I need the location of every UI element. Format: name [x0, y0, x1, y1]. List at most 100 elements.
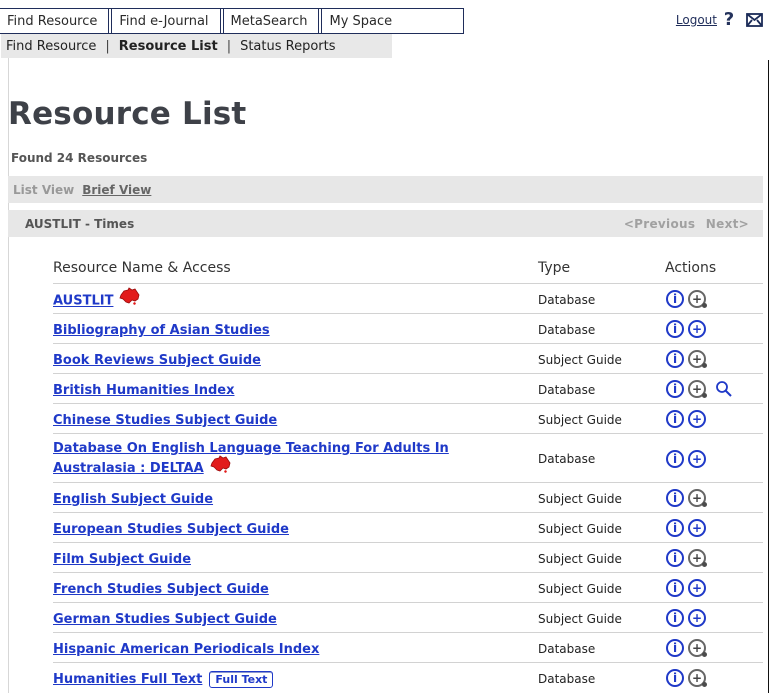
- mail-icon[interactable]: [746, 13, 763, 27]
- question-icon[interactable]: ?: [722, 11, 736, 29]
- left-divider: [8, 58, 9, 693]
- subnav-resource-list[interactable]: Resource List: [119, 39, 218, 54]
- info-icon[interactable]: i: [666, 519, 684, 537]
- table-row: AUSTLIT Database i +: [53, 283, 763, 313]
- resource-actions: i +: [666, 669, 707, 687]
- resource-list-page: Find Resource Find e-Journal MetaSearch …: [0, 0, 774, 693]
- resource-actions: i +: [666, 579, 706, 597]
- search-icon[interactable]: [715, 380, 733, 398]
- table-row: Humanities Full Text Full Text Database i +: [53, 662, 763, 692]
- full-text-badge[interactable]: Full Text: [209, 671, 274, 688]
- info-icon[interactable]: i: [666, 609, 684, 627]
- previous-link: <Previous: [623, 216, 696, 231]
- resource-name-link[interactable]: Hispanic American Periodicals Index: [53, 641, 513, 659]
- resource-name-link[interactable]: British Humanities Index: [53, 382, 513, 400]
- table-row: Book Reviews Subject Guide Subject Guide i…: [53, 343, 763, 373]
- info-icon[interactable]: i: [666, 639, 684, 657]
- info-icon[interactable]: i: [666, 579, 684, 597]
- add-icon[interactable]: +: [688, 350, 707, 368]
- list-view-label: List View: [13, 182, 75, 197]
- add-icon[interactable]: +: [688, 579, 706, 597]
- resource-actions: i +: [666, 380, 733, 398]
- info-icon[interactable]: i: [666, 489, 684, 507]
- resource-type: Subject Guide: [538, 612, 622, 626]
- view-mode-bar: List View Brief View: [8, 176, 763, 203]
- resource-actions: i +: [666, 549, 707, 567]
- add-icon[interactable]: +: [688, 519, 706, 537]
- australia-map-icon: [210, 454, 231, 473]
- tab-metasearch[interactable]: MetaSearch: [222, 9, 320, 33]
- info-icon[interactable]: i: [666, 410, 684, 428]
- add-icon[interactable]: +: [688, 320, 706, 338]
- subnav-status-reports[interactable]: Status Reports: [240, 39, 335, 54]
- resource-list: AUSTLIT Database i + Bibliography of Asian S…: [53, 283, 763, 692]
- resource-actions: i +: [666, 519, 706, 537]
- subnav-find-resource[interactable]: Find Resource: [6, 39, 96, 54]
- resource-name-link[interactable]: Database On English Language Teaching Fo…: [53, 439, 493, 479]
- page-title: Resource List: [8, 95, 247, 132]
- resource-actions: i +: [666, 410, 706, 428]
- add-icon[interactable]: +: [688, 410, 706, 428]
- table-row: Database On English Language Teaching Fo…: [53, 433, 763, 482]
- resource-actions: i +: [666, 489, 707, 507]
- resource-name-link[interactable]: Book Reviews Subject Guide: [53, 352, 513, 370]
- add-icon[interactable]: +: [688, 290, 707, 308]
- add-icon[interactable]: +: [688, 489, 707, 507]
- add-icon[interactable]: +: [688, 549, 707, 567]
- found-count: Found 24 Resources: [11, 151, 148, 165]
- table-row: Hispanic American Periodicals Index Datab…: [53, 632, 763, 662]
- resource-type: Subject Guide: [538, 582, 622, 596]
- top-navigation-tabs: Find Resource Find e-Journal MetaSearch …: [0, 8, 464, 34]
- table-row: Film Subject Guide Subject Guide i +: [53, 542, 763, 572]
- resource-name-link[interactable]: English Subject Guide: [53, 491, 513, 509]
- table-row: British Humanities Index Database i +: [53, 373, 763, 403]
- top-right-tools: Logout ?: [676, 11, 763, 29]
- add-icon[interactable]: +: [688, 669, 707, 687]
- info-icon[interactable]: i: [666, 320, 684, 338]
- info-icon[interactable]: i: [666, 290, 684, 308]
- resource-type: Subject Guide: [538, 353, 622, 367]
- sub-navigation: Find Resource | Resource List | Status R…: [0, 34, 392, 58]
- result-range-bar: AUSTLIT - Times <Previous Next>: [8, 210, 763, 237]
- resource-name-link[interactable]: AUSTLIT: [53, 287, 513, 311]
- tab-find-resource[interactable]: Find Resource: [0, 9, 110, 33]
- resource-actions: i +: [666, 350, 707, 368]
- add-icon[interactable]: +: [688, 609, 706, 627]
- resource-name-link[interactable]: German Studies Subject Guide: [53, 611, 513, 629]
- resource-type: Subject Guide: [538, 522, 622, 536]
- info-icon[interactable]: i: [666, 669, 684, 687]
- resource-name-link[interactable]: European Studies Subject Guide: [53, 521, 513, 539]
- resource-name-link[interactable]: Humanities Full Text Full Text: [53, 671, 513, 689]
- resource-name-link[interactable]: Chinese Studies Subject Guide: [53, 412, 513, 430]
- resource-name-link[interactable]: Film Subject Guide: [53, 551, 513, 569]
- info-icon[interactable]: i: [666, 380, 684, 398]
- tab-my-space[interactable]: My Space: [321, 9, 463, 33]
- right-divider: [768, 60, 769, 693]
- resource-type: Database: [538, 323, 596, 337]
- resource-type: Subject Guide: [538, 492, 622, 506]
- table-row: Chinese Studies Subject Guide Subject Gui…: [53, 403, 763, 433]
- logout-link[interactable]: Logout: [676, 13, 717, 27]
- resource-actions: i +: [666, 290, 707, 308]
- info-icon[interactable]: i: [666, 350, 684, 368]
- info-icon[interactable]: i: [666, 450, 684, 468]
- add-icon[interactable]: +: [688, 450, 706, 468]
- add-icon[interactable]: +: [688, 639, 707, 657]
- resource-actions: i +: [666, 609, 706, 627]
- subnav-separator: |: [226, 38, 232, 54]
- table-row: English Subject Guide Subject Guide i +: [53, 482, 763, 512]
- resource-actions: i +: [666, 320, 706, 338]
- column-header-actions: Actions: [665, 260, 717, 276]
- resource-type: Database: [538, 452, 596, 466]
- result-range-label: AUSTLIT - Times: [25, 216, 135, 231]
- resource-name-link[interactable]: French Studies Subject Guide: [53, 581, 513, 599]
- resource-type: Database: [538, 293, 596, 307]
- column-header-resource-name: Resource Name & Access: [53, 260, 231, 276]
- tab-find-ejournal[interactable]: Find e-Journal: [111, 9, 221, 33]
- brief-view-link[interactable]: Brief View: [82, 183, 151, 197]
- add-icon[interactable]: +: [688, 380, 707, 398]
- resource-name-link[interactable]: Bibliography of Asian Studies: [53, 322, 513, 340]
- column-header-type: Type: [538, 260, 571, 276]
- info-icon[interactable]: i: [666, 549, 684, 567]
- resource-actions: i +: [666, 639, 707, 657]
